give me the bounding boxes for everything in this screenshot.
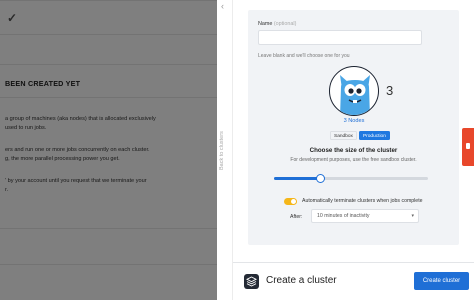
slider-fill (274, 177, 321, 180)
after-label: After: (290, 214, 303, 220)
cluster-name-input[interactable] (258, 30, 422, 45)
back-to-clusters-strip[interactable]: ‹ Back to clusters (217, 0, 233, 300)
production-option[interactable]: Production (358, 131, 390, 140)
chevron-down-icon: ▾ (411, 213, 414, 219)
feedback-tab[interactable] (462, 128, 474, 166)
create-cluster-drawer: Name (optional) Leave blank and we'll ch… (233, 0, 474, 300)
cluster-stack-icon (244, 274, 259, 289)
modal-overlay[interactable] (0, 0, 217, 300)
auto-terminate-toggle[interactable] (284, 198, 297, 205)
cluster-mascot-avatar (329, 66, 379, 116)
node-count: 3 (386, 83, 394, 98)
optional-tag: (optional) (273, 21, 297, 27)
node-count-slider[interactable] (274, 174, 428, 183)
sandbox-option[interactable]: Sandbox (330, 131, 357, 140)
drawer-footer: Create a cluster Create cluster (233, 262, 474, 300)
cluster-form-panel: Name (optional) Leave blank and we'll ch… (248, 10, 459, 245)
slider-handle[interactable] (315, 174, 325, 183)
toggle-knob (291, 199, 296, 204)
auto-terminate-label: Automatically terminate clusters when jo… (302, 198, 423, 204)
name-hint: Leave blank and we'll choose one for you (258, 53, 350, 59)
inactivity-select-value: 10 minutes of inactivity (317, 213, 370, 219)
name-label-text: Name (258, 21, 273, 27)
back-to-clusters-label[interactable]: Back to clusters (219, 110, 231, 170)
feedback-icon (466, 143, 470, 149)
name-label: Name (optional) (258, 21, 296, 27)
cluster-size-title: Choose the size of the cluster (309, 147, 398, 154)
inactivity-select[interactable]: 10 minutes of inactivity ▾ (311, 209, 419, 223)
mascot-icon (340, 75, 370, 115)
cluster-size-hint: For development purposes, use the free s… (290, 157, 417, 163)
cluster-type-toggle: Sandbox Production (330, 131, 390, 140)
create-cluster-button[interactable]: Create cluster (414, 272, 469, 290)
background-page: ✓ BEEN CREATED YET a group of machines (… (0, 0, 217, 300)
drawer-title: Create a cluster (266, 275, 337, 286)
nodes-link[interactable]: 3 Nodes (329, 118, 379, 124)
chevron-left-icon[interactable]: ‹ (221, 1, 224, 11)
